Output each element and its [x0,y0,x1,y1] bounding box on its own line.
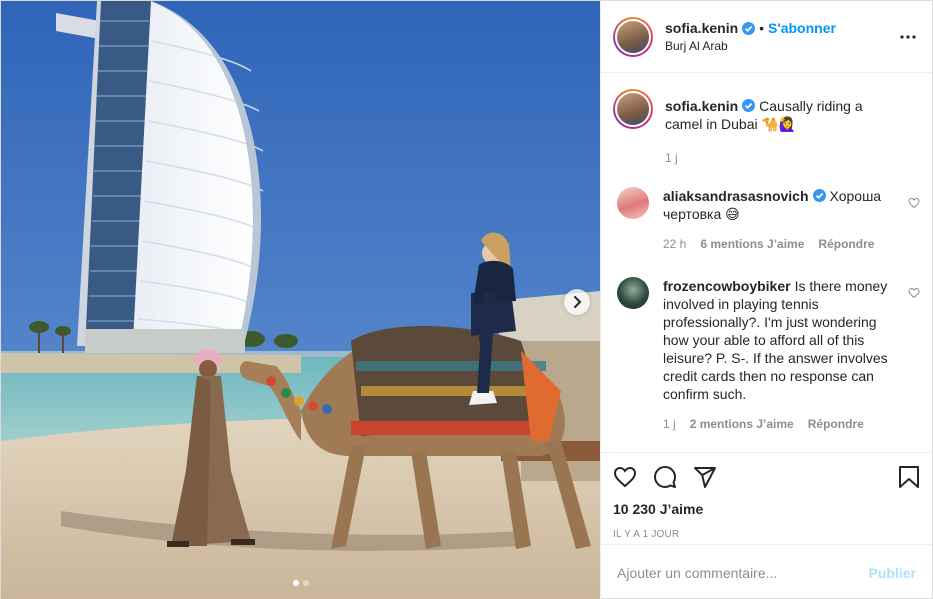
comment-username[interactable]: frozencowboybiker [663,278,791,294]
photo-burj-al-arab-camel [1,1,600,599]
reply-button[interactable]: Répondre [808,415,864,433]
author-username[interactable]: sofia.kenin [665,20,738,36]
add-comment-bar: Publier [601,544,932,599]
post-photo[interactable] [1,1,600,599]
more-options-icon [900,34,916,39]
comment-time[interactable]: 22 h [663,235,686,253]
post-actions: 10 230 J’aime IL Y A 1 JOUR Publier [601,452,932,599]
chevron-right-icon [574,296,582,308]
comment-button[interactable] [653,457,693,497]
comment-text: Is there money involved in playing tenni… [663,278,888,402]
comment-likes[interactable]: 6 mentions J’aime [700,235,804,253]
comments-list[interactable]: sofia.kenin Causally riding a camel in Du… [601,73,932,452]
author-avatar[interactable] [613,16,653,57]
likes-count[interactable]: 10 230 J’aime [613,501,920,517]
commenter-avatar[interactable] [617,277,649,309]
carousel-dot-active [292,580,299,586]
publish-button[interactable]: Publier [869,565,916,581]
verified-icon [812,189,826,202]
post-location[interactable]: Burj Al Arab [665,39,896,53]
follow-button[interactable]: S'abonner [768,20,836,36]
bookmark-icon [899,466,919,488]
verified-icon [742,99,756,112]
comment-time[interactable]: 1 j [663,415,676,433]
reply-button[interactable]: Répondre [818,235,874,253]
comment-icon [654,466,676,488]
caption-author-avatar[interactable] [613,89,653,129]
save-button[interactable] [880,457,920,497]
share-icon [694,467,716,488]
comment-username[interactable]: aliaksandrasasnovich [663,188,809,204]
header-separator: • [759,20,765,36]
caption: sofia.kenin Causally riding a camel in Du… [613,89,920,167]
heart-icon[interactable] [908,287,920,299]
share-button[interactable] [693,457,733,497]
heart-icon[interactable] [908,197,920,209]
post-time[interactable]: IL Y A 1 JOUR [613,529,920,540]
carousel-dot [302,580,309,586]
comment-input[interactable] [617,564,869,581]
heart-icon [613,466,637,488]
carousel-indicator [1,580,600,586]
like-button[interactable] [613,457,653,497]
commenter-avatar[interactable] [617,187,649,219]
next-slide-button[interactable] [564,289,590,315]
more-options-button[interactable] [896,25,920,49]
comment-item: frozencowboybiker Is there money involved… [613,277,920,433]
comment-likes[interactable]: 2 mentions J’aime [690,415,794,433]
post-dialog: sofia.kenin • S'abonner Burj Al Arab sof… [0,0,933,599]
comment-item: aliaksandrasasnovich Хороша чертовка 😅 22… [613,187,920,253]
post-side-panel: sofia.kenin • S'abonner Burj Al Arab sof… [600,1,932,599]
post-header: sofia.kenin • S'abonner Burj Al Arab [601,1,932,73]
verified-icon [742,21,756,35]
caption-username[interactable]: sofia.kenin [665,98,738,114]
caption-time[interactable]: 1 j [665,149,678,167]
